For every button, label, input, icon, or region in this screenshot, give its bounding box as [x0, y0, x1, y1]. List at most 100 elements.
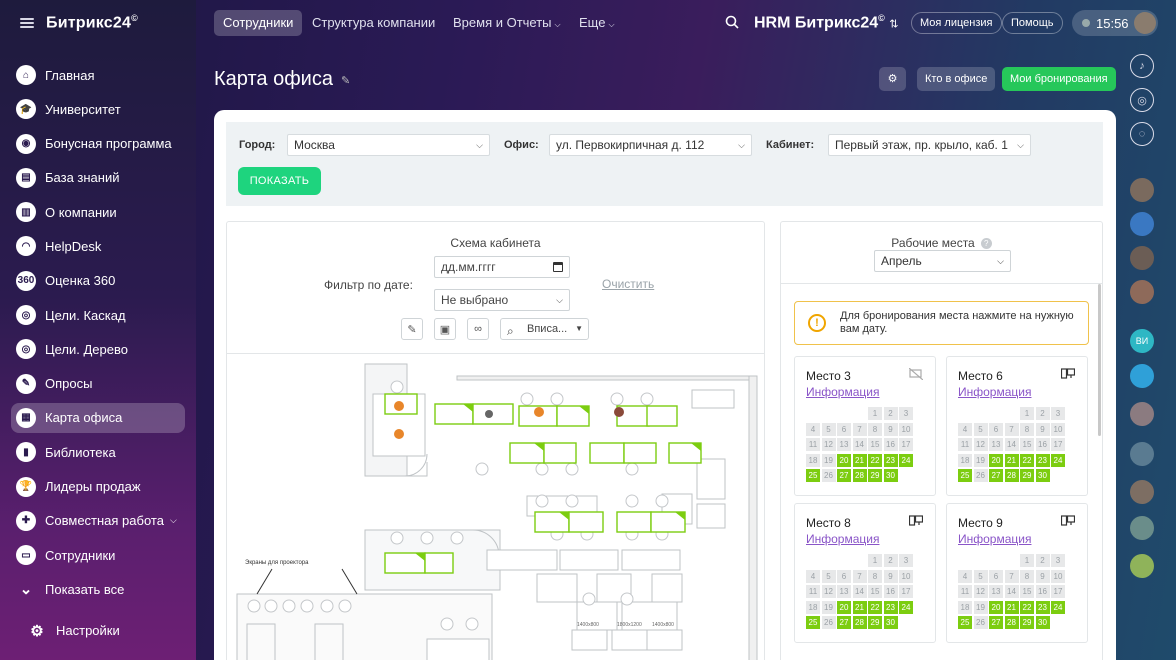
help-button[interactable]: Помощь — [1002, 12, 1063, 34]
calendar-day[interactable]: 29 — [868, 469, 882, 482]
contact-avatar[interactable] — [1130, 516, 1154, 540]
calendar-day[interactable]: 30 — [1035, 616, 1050, 629]
calendar-day[interactable]: 29 — [868, 616, 882, 629]
brand-logo[interactable]: Битрикс24© — [46, 13, 138, 32]
seat-info-link[interactable]: Информация — [806, 385, 879, 399]
calendar-day[interactable]: 30 — [883, 616, 898, 629]
show-button[interactable]: ПОКАЗАТЬ — [238, 167, 321, 195]
bookmark-avatar[interactable] — [1130, 212, 1154, 236]
help-icon[interactable]: ? — [980, 238, 992, 250]
calendar-day[interactable]: 23 — [1035, 600, 1050, 614]
contact-avatar[interactable] — [1130, 178, 1154, 202]
sidebar-item-13[interactable]: ✚ Совместная работа ⌵ — [11, 506, 185, 536]
calendar-day[interactable]: 30 — [1035, 469, 1050, 482]
portal-title[interactable]: HRM Битрикс24© ⇅ — [754, 13, 898, 32]
seat-info-link[interactable]: Информация — [958, 385, 1031, 399]
cabinet-select[interactable]: Первый этаж, пр. крыло, каб. 1 ⌵ — [828, 134, 1031, 156]
calendar-day[interactable]: 23 — [1035, 453, 1050, 467]
sidebar-item-4[interactable]: ▥ О компании — [11, 197, 185, 227]
calendar-day[interactable]: 25 — [806, 469, 820, 482]
calendar-day[interactable]: 27 — [837, 616, 851, 629]
edit-pencil-icon[interactable]: ✎ — [401, 318, 423, 340]
calendar-day[interactable]: 28 — [852, 469, 867, 482]
calendar-day[interactable]: 20 — [837, 600, 851, 614]
chevron-down-icon[interactable]: ⌵ — [170, 515, 177, 526]
sidebar-item-0[interactable]: ⌂ Главная — [11, 60, 185, 90]
workday-clock[interactable]: 15:56 — [1072, 10, 1158, 36]
sidebar-item-10[interactable]: ▦ Карта офиса — [11, 402, 185, 433]
calendar-day[interactable]: 28 — [1004, 616, 1019, 629]
calendar-day[interactable]: 29 — [1020, 469, 1034, 482]
contact-avatar[interactable] — [1130, 402, 1154, 426]
calendar-day[interactable]: 25 — [806, 616, 820, 629]
calendar-day[interactable]: 24 — [1051, 600, 1065, 614]
sidebar-show-all[interactable]: ⌄ Показать все — [11, 574, 185, 604]
calendar-day[interactable]: 22 — [868, 453, 882, 467]
sidebar-item-6[interactable]: 360 Оценка 360 — [11, 266, 185, 296]
chat-avatar[interactable] — [1130, 364, 1154, 388]
office-select[interactable]: ул. Первокирпичная д. 112 ⌵ — [549, 134, 752, 156]
tab-employees[interactable]: Сотрудники — [214, 10, 303, 36]
calendar-day[interactable]: 22 — [868, 600, 882, 614]
calendar-day[interactable]: 28 — [1004, 469, 1019, 482]
calendar-day[interactable]: 30 — [883, 469, 898, 482]
city-select[interactable]: Москва ⌵ — [287, 134, 490, 156]
seat-info-link[interactable]: Информация — [806, 532, 879, 546]
calendar-day[interactable]: 23 — [883, 600, 898, 614]
calendar-day[interactable]: 21 — [1004, 453, 1019, 467]
status-select[interactable]: Не выбрано ⌵ — [434, 289, 570, 311]
calendar-day[interactable]: 29 — [1020, 616, 1034, 629]
link-icon[interactable]: ∞ — [467, 318, 489, 340]
calendar-day[interactable]: 25 — [958, 616, 972, 629]
sidebar-item-2[interactable]: ◉ Бонусная программа — [11, 129, 185, 159]
sidebar-item-5[interactable]: ◠ HelpDesk — [11, 231, 185, 261]
tab-more[interactable]: Еще ⌵ — [570, 10, 624, 36]
calendar-day[interactable]: 21 — [1004, 600, 1019, 614]
calendar-day[interactable]: 27 — [989, 469, 1003, 482]
calendar-day[interactable]: 24 — [899, 453, 913, 467]
contact-avatar[interactable] — [1130, 280, 1154, 304]
scrollbar[interactable] — [1098, 284, 1101, 436]
image-icon[interactable]: ▣ — [434, 318, 456, 340]
calendar-day[interactable]: 23 — [883, 453, 898, 467]
my-bookings-button[interactable]: Мои бронирования — [1002, 67, 1116, 91]
month-select[interactable]: Апрель ⌵ — [874, 250, 1011, 272]
contact-avatar[interactable] — [1130, 246, 1154, 270]
sidebar-item-7[interactable]: ◎ Цели. Каскад — [11, 300, 185, 330]
my-license-button[interactable]: Моя лицензия — [911, 12, 1002, 34]
user-avatar[interactable] — [1134, 12, 1156, 34]
who-in-office-button[interactable]: Кто в офисе — [917, 67, 996, 91]
contact-avatar[interactable] — [1130, 442, 1154, 466]
calendar-day[interactable]: 22 — [1020, 453, 1034, 467]
calendar-day[interactable]: 22 — [1020, 600, 1034, 614]
search-icon[interactable] — [725, 15, 739, 29]
sidebar-item-14[interactable]: ▭ Сотрудники — [11, 540, 185, 570]
calendar-day[interactable]: 20 — [989, 600, 1003, 614]
calendar-day[interactable]: 28 — [852, 616, 867, 629]
calendar-day[interactable]: 25 — [958, 469, 972, 482]
pin-icon[interactable]: ✎ — [341, 74, 350, 87]
sidebar-item-3[interactable]: ▤ База знаний — [11, 163, 185, 193]
sidebar-item-1[interactable]: 🎓 Университет — [11, 94, 185, 124]
contact-avatar[interactable] — [1130, 554, 1154, 578]
calendar-day[interactable]: 27 — [837, 469, 851, 482]
sidebar-item-8[interactable]: ◎ Цели. Дерево — [11, 334, 185, 364]
contact-avatar[interactable] — [1130, 480, 1154, 504]
bell-icon[interactable]: ♪ — [1130, 54, 1154, 78]
sidebar-item-9[interactable]: ✎ Опросы — [11, 369, 185, 399]
menu-burger-icon[interactable] — [20, 18, 34, 28]
office-floor-plan[interactable]: Экраны для проектора 1400x800 1800x1200 … — [227, 353, 764, 660]
calendar-day[interactable]: 27 — [989, 616, 1003, 629]
tab-time-reports[interactable]: Время и Отчеты ⌵ — [444, 10, 570, 36]
date-input[interactable]: дд.мм.гггг — [434, 256, 570, 278]
clear-link[interactable]: Очистить — [602, 277, 654, 291]
calendar-day[interactable]: 24 — [1051, 453, 1065, 467]
calendar-day[interactable]: 20 — [989, 453, 1003, 467]
activity-icon[interactable]: ◎ — [1130, 88, 1154, 112]
contact-avatar[interactable]: ВИ — [1130, 329, 1154, 353]
chat-icon[interactable]: ◌ — [1130, 122, 1154, 146]
settings-gear-button[interactable]: ⚙ — [879, 67, 906, 91]
seat-info-link[interactable]: Информация — [958, 532, 1031, 546]
sidebar-item-12[interactable]: 🏆 Лидеры продаж — [11, 472, 185, 502]
calendar-day[interactable]: 21 — [852, 453, 867, 467]
